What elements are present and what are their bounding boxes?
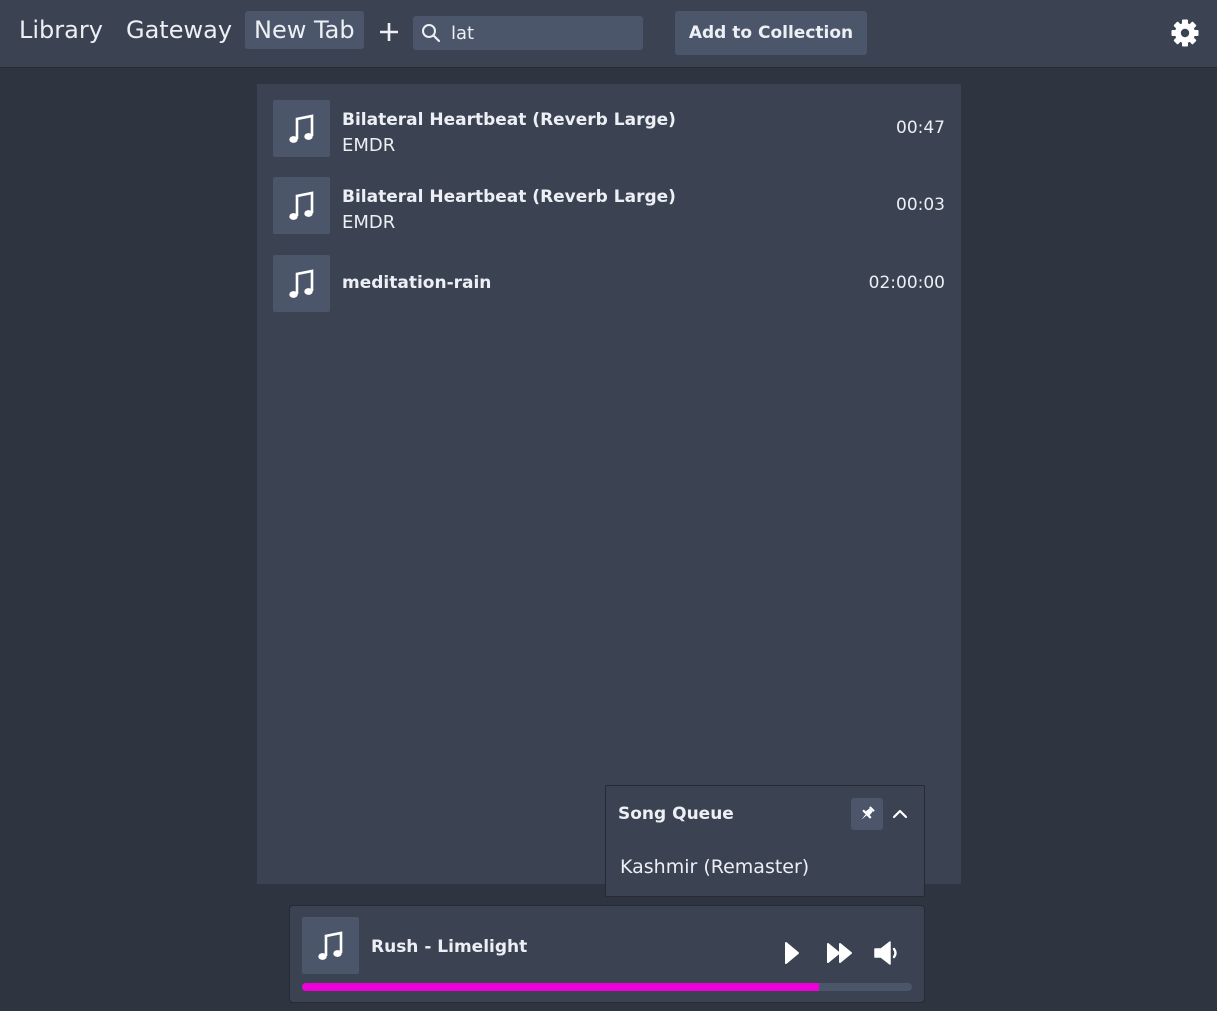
- track-title: Bilateral Heartbeat (Reverb Large): [342, 187, 676, 207]
- skip-forward-button[interactable]: [824, 938, 856, 968]
- add-tab-button[interactable]: [374, 14, 404, 50]
- result-row[interactable]: meditation-rain 02:00:00: [273, 255, 945, 313]
- tab-new-tab[interactable]: New Tab: [245, 11, 364, 49]
- queue-item[interactable]: Kashmir (Remaster): [620, 856, 809, 878]
- result-row[interactable]: Bilateral Heartbeat (Reverb Large) EMDR …: [273, 100, 945, 158]
- player-bar: Rush - Limelight: [289, 905, 925, 1003]
- music-note-icon: [317, 930, 342, 960]
- track-artist: EMDR: [342, 135, 396, 156]
- top-bar: Library Gateway New Tab Add to Collectio…: [0, 0, 1217, 68]
- chevron-up-icon: [892, 809, 908, 819]
- volume-button[interactable]: [870, 938, 904, 968]
- track-duration: 02:00:00: [868, 273, 945, 293]
- add-to-collection-button[interactable]: Add to Collection: [675, 11, 867, 55]
- song-queue-panel: Song Queue Kashmir (Remaster): [605, 785, 925, 897]
- collapse-queue-button[interactable]: [888, 800, 912, 828]
- track-duration: 00:47: [896, 118, 945, 138]
- now-playing-thumbnail: [302, 917, 359, 974]
- search-box[interactable]: [413, 16, 643, 50]
- fast-forward-icon: [827, 943, 852, 963]
- gear-icon[interactable]: [1169, 17, 1201, 49]
- song-queue-title: Song Queue: [618, 804, 734, 824]
- play-icon: [785, 942, 799, 964]
- music-note-icon: [288, 113, 313, 143]
- track-title: Bilateral Heartbeat (Reverb Large): [342, 110, 676, 130]
- tab-gateway[interactable]: Gateway: [117, 11, 241, 49]
- music-note-icon: [288, 268, 313, 298]
- now-playing-title: Rush - Limelight: [371, 937, 528, 957]
- track-duration: 00:03: [896, 195, 945, 215]
- tab-library[interactable]: Library: [10, 11, 112, 49]
- play-button[interactable]: [780, 938, 804, 968]
- playback-progress-bar[interactable]: [302, 983, 912, 991]
- pin-queue-button[interactable]: [851, 798, 883, 830]
- search-results-panel: Bilateral Heartbeat (Reverb Large) EMDR …: [257, 84, 961, 884]
- pin-icon: [861, 806, 875, 820]
- track-thumbnail: [273, 177, 330, 234]
- search-input[interactable]: [451, 16, 637, 50]
- plus-icon: [380, 23, 398, 41]
- track-artist: EMDR: [342, 212, 396, 233]
- search-icon: [422, 24, 441, 43]
- music-note-icon: [288, 190, 313, 220]
- result-row[interactable]: Bilateral Heartbeat (Reverb Large) EMDR …: [273, 177, 945, 235]
- volume-icon: [874, 941, 897, 965]
- track-title: meditation-rain: [342, 273, 492, 293]
- playback-progress-fill: [302, 983, 819, 991]
- track-thumbnail: [273, 255, 330, 312]
- track-thumbnail: [273, 100, 330, 157]
